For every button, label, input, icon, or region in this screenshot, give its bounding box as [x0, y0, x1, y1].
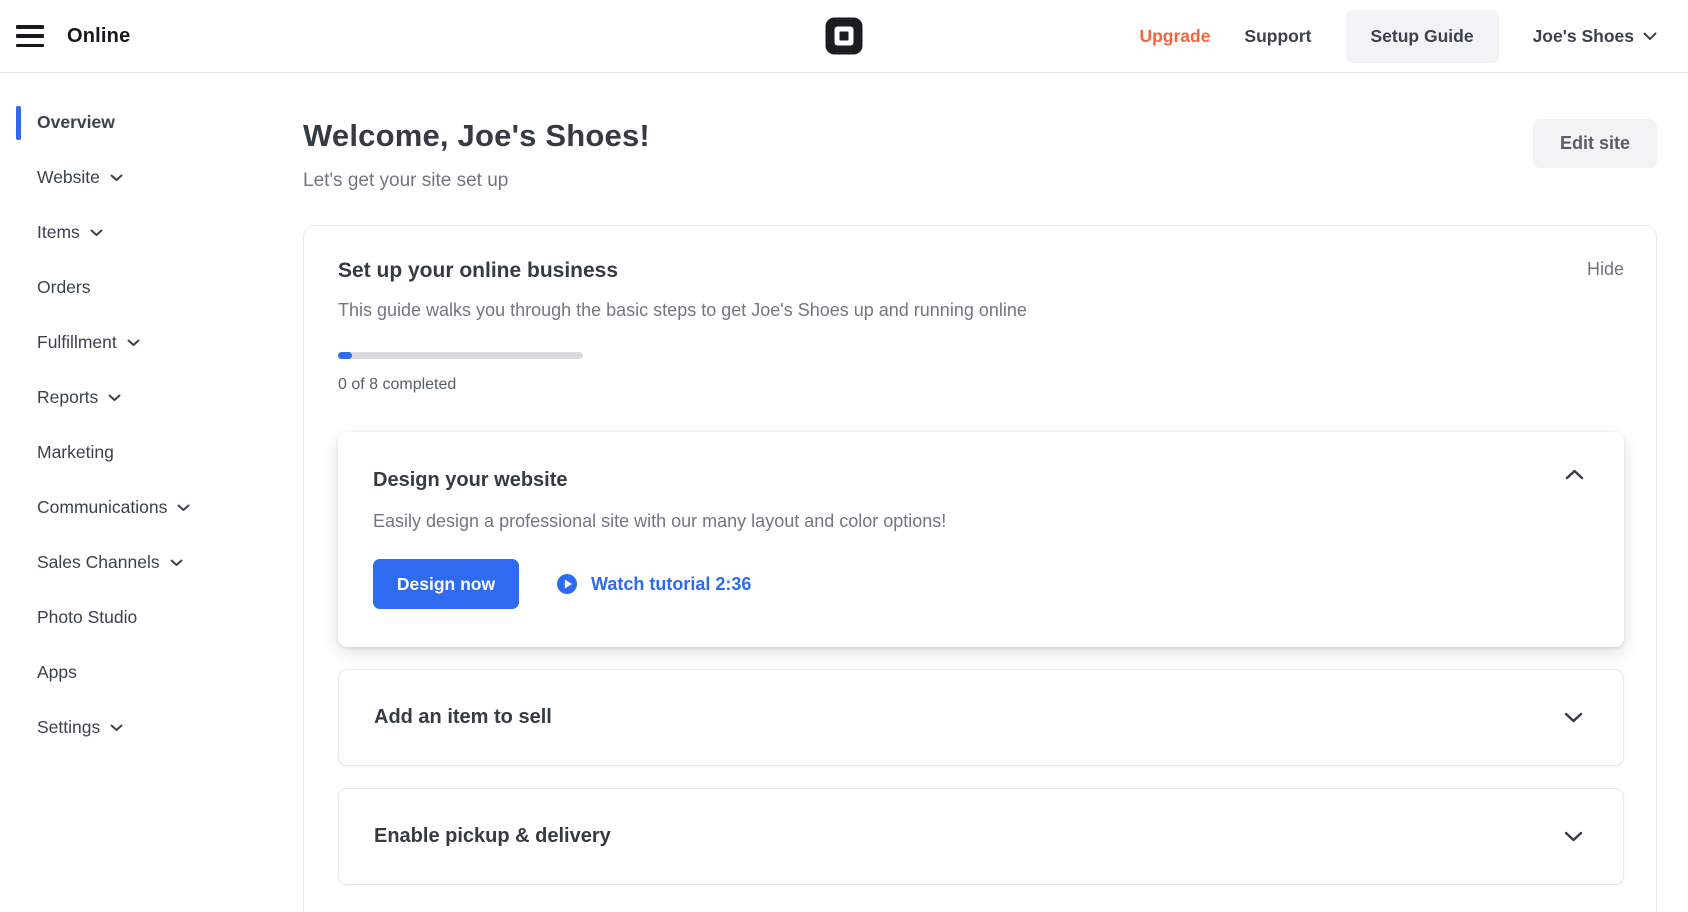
page-title: Welcome, Joe's Shoes! [303, 118, 650, 154]
setup-guide-card: Set up your online business Hide This gu… [303, 225, 1657, 912]
sidebar-item-label: Fulfillment [37, 332, 117, 353]
sidebar-item-marketing[interactable]: Marketing [0, 425, 280, 480]
chevron-down-icon [1643, 32, 1657, 41]
step-title: Design your website [373, 469, 568, 492]
sidebar-item-overview[interactable]: Overview [0, 95, 280, 150]
sidebar-item-reports[interactable]: Reports [0, 370, 280, 425]
sidebar-item-communications[interactable]: Communications [0, 480, 280, 535]
sidebar-item-label: Orders [37, 277, 90, 298]
square-logo-inner [835, 27, 854, 46]
sidebar-item-fulfillment[interactable]: Fulfillment [0, 315, 280, 370]
step-design-your-website: Design your website Easily design a prof… [338, 432, 1624, 647]
upgrade-link[interactable]: Upgrade [1139, 26, 1210, 47]
progress-label: 0 of 8 completed [338, 376, 1624, 394]
step-description: Easily design a professional site with o… [373, 511, 1584, 532]
hamburger-menu-icon[interactable] [16, 23, 46, 49]
setup-steps-list: Design your website Easily design a prof… [338, 432, 1624, 885]
sidebar-item-label: Settings [37, 717, 100, 738]
setup-card-title: Set up your online business [338, 259, 618, 283]
chevron-down-icon [127, 339, 140, 347]
sidebar-item-photo-studio[interactable]: Photo Studio [0, 590, 280, 645]
chevron-down-icon [108, 394, 121, 402]
hide-button[interactable]: Hide [1587, 259, 1624, 280]
sidebar-item-label: Photo Studio [37, 607, 137, 628]
sidebar-item-label: Reports [37, 387, 98, 408]
sidebar-item-website[interactable]: Website [0, 150, 280, 205]
step-title: Enable pickup & delivery [374, 825, 611, 848]
watch-tutorial-link[interactable]: Watch tutorial 2:36 [556, 573, 751, 595]
chevron-down-icon [1564, 712, 1583, 723]
sidebar-item-label: Marketing [37, 442, 114, 463]
header-nav: Upgrade Support Setup Guide Joe's Shoes [1139, 10, 1657, 63]
sidebar-item-label: Communications [37, 497, 167, 518]
sidebar-item-sales-channels[interactable]: Sales Channels [0, 535, 280, 590]
chevron-up-icon [1565, 469, 1584, 480]
progress-bar [338, 352, 583, 359]
sidebar-item-label: Website [37, 167, 100, 188]
chevron-down-icon [1564, 831, 1583, 842]
setup-card-description: This guide walks you through the basic s… [338, 300, 1624, 321]
square-logo-core [840, 32, 849, 41]
chevron-down-icon [177, 504, 190, 512]
setup-guide-button[interactable]: Setup Guide [1346, 10, 1499, 63]
chevron-down-icon [110, 724, 123, 732]
chevron-down-icon [90, 229, 103, 237]
page-subtitle: Let's get your site set up [303, 170, 650, 192]
progress-bar-fill [338, 352, 352, 359]
sidebar-item-orders[interactable]: Orders [0, 260, 280, 315]
account-menu[interactable]: Joe's Shoes [1533, 26, 1657, 47]
account-name: Joe's Shoes [1533, 26, 1634, 47]
square-logo-icon[interactable] [826, 18, 863, 55]
sidebar-item-items[interactable]: Items [0, 205, 280, 260]
sidebar-item-label: Overview [37, 112, 115, 133]
app-title: Online [67, 25, 130, 48]
watch-tutorial-label: Watch tutorial 2:36 [591, 574, 751, 595]
design-now-button[interactable]: Design now [373, 559, 519, 609]
support-link[interactable]: Support [1244, 26, 1311, 47]
active-indicator [16, 106, 21, 140]
sidebar-item-label: Apps [37, 662, 77, 683]
main-content: Welcome, Joe's Shoes! Let's get your sit… [280, 73, 1688, 912]
edit-site-button[interactable]: Edit site [1533, 119, 1657, 168]
sidebar-item-apps[interactable]: Apps [0, 645, 280, 700]
play-icon [556, 573, 578, 595]
sidebar-item-label: Items [37, 222, 80, 243]
sidebar: Overview Website Items Orders Fulfillmen… [0, 73, 280, 912]
collapse-step-button[interactable] [1565, 469, 1584, 480]
sidebar-item-label: Sales Channels [37, 552, 160, 573]
top-bar: Online Upgrade Support Setup Guide Joe's… [0, 0, 1688, 73]
step-enable-pickup-delivery[interactable]: Enable pickup & delivery [338, 788, 1624, 885]
step-add-an-item-to-sell[interactable]: Add an item to sell [338, 669, 1624, 766]
step-title: Add an item to sell [374, 706, 552, 729]
chevron-down-icon [170, 559, 183, 567]
sidebar-item-settings[interactable]: Settings [0, 700, 280, 755]
chevron-down-icon [110, 174, 123, 182]
